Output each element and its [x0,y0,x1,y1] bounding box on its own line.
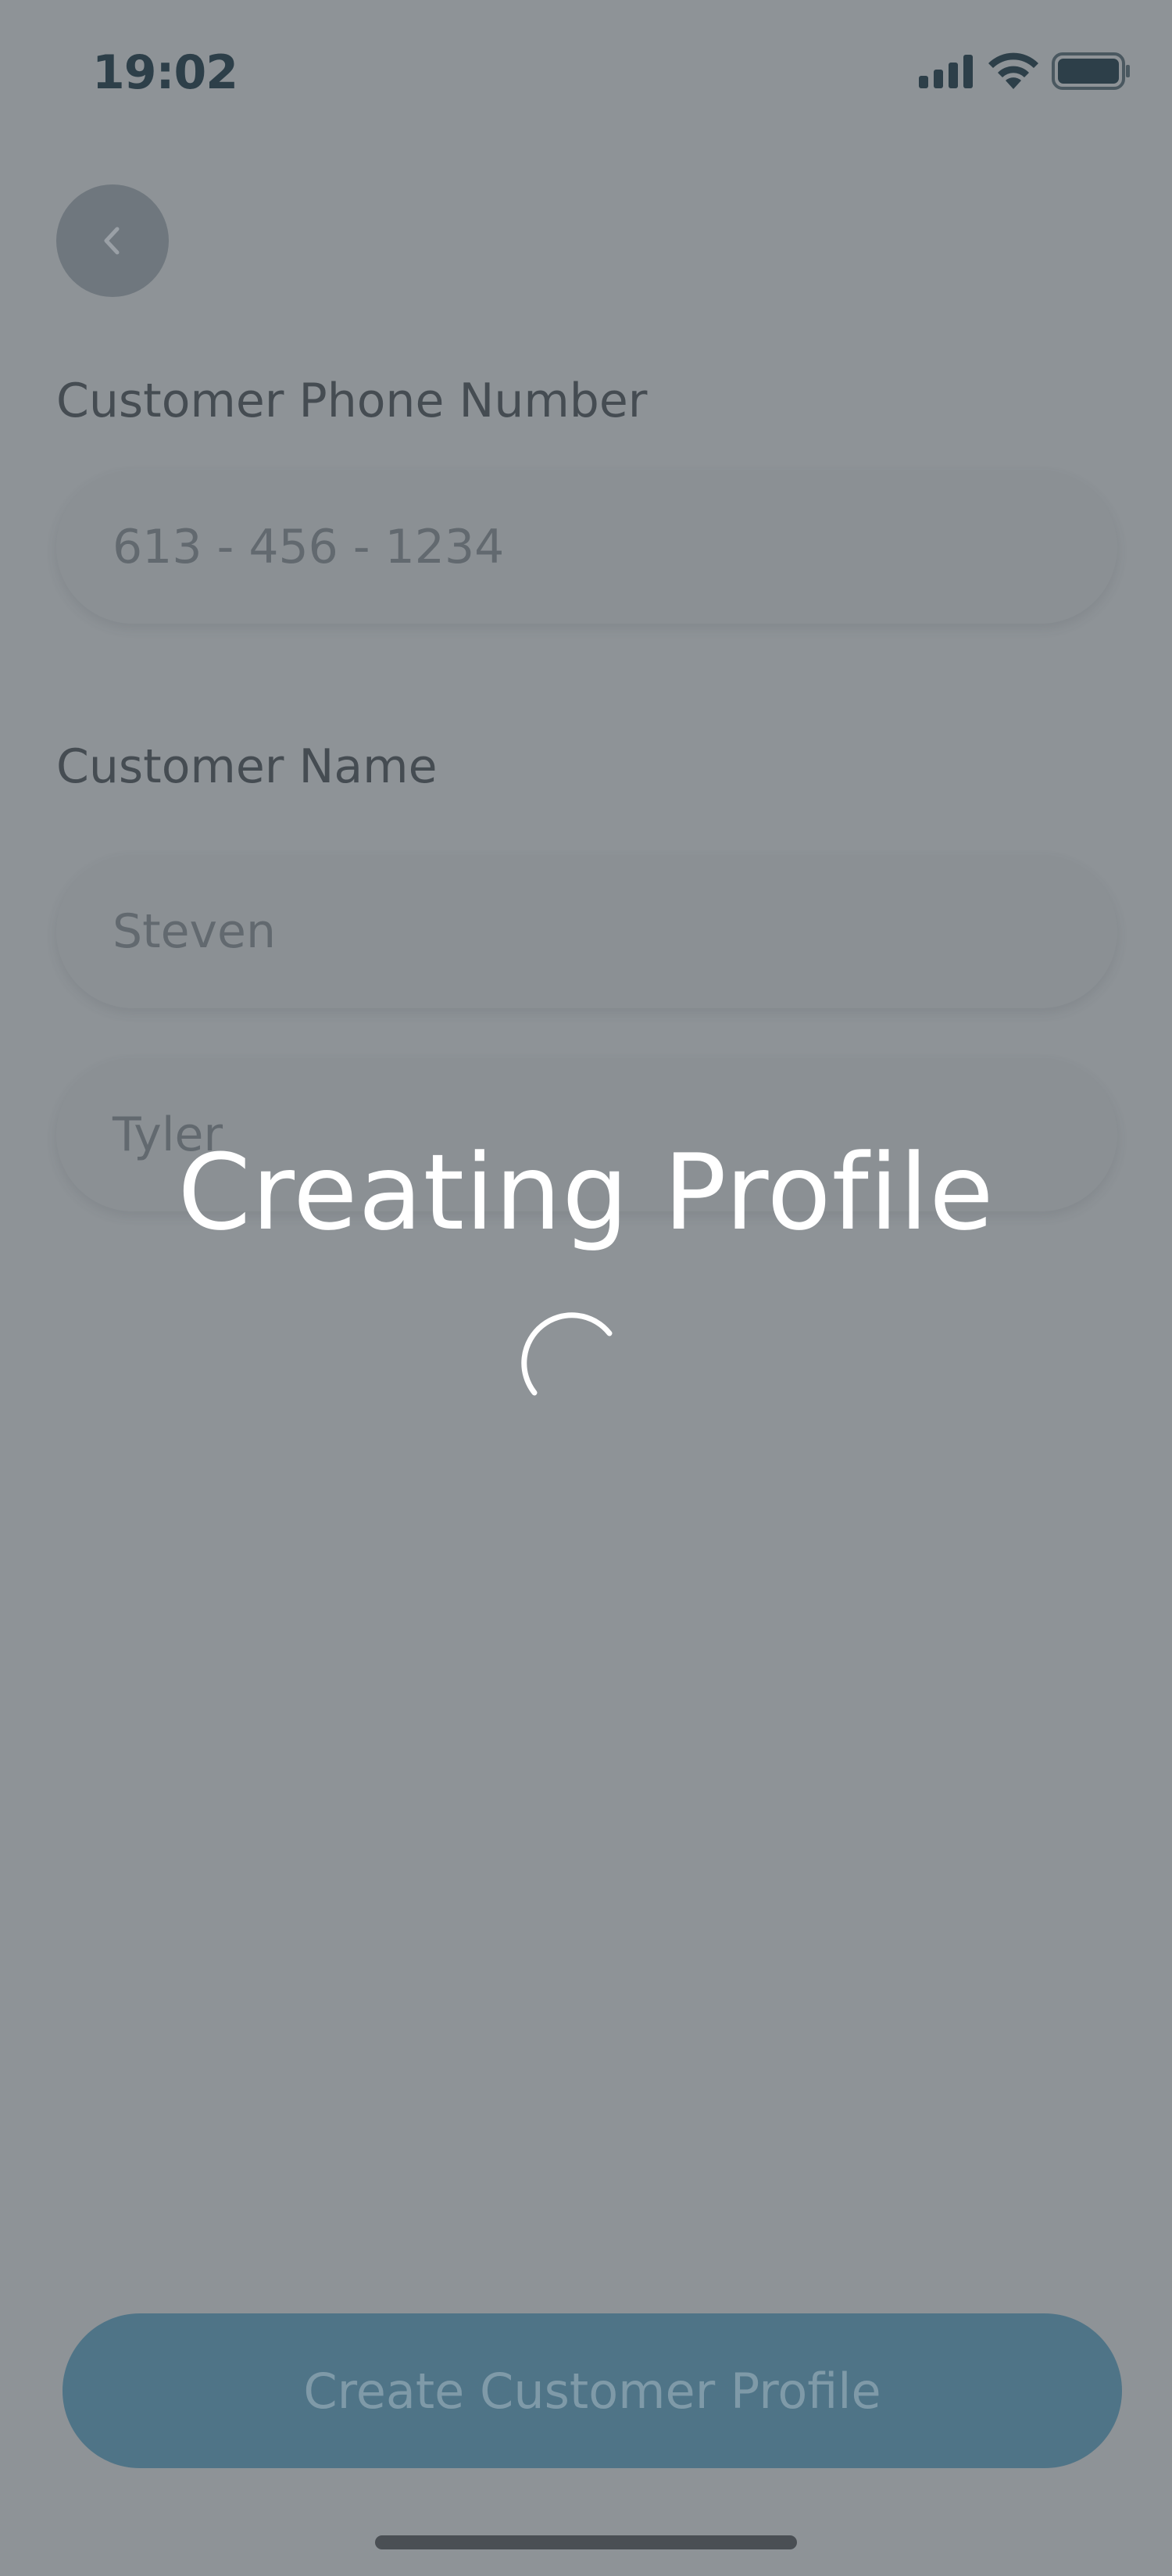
chevron-left-icon [104,227,120,255]
status-icons [919,50,1131,92]
create-customer-screen: 19:02 Customer Phone Number 613 - 456 - … [0,0,1172,2576]
create-customer-profile-label: Create Customer Profile [303,2362,881,2420]
cellular-signal-icon [919,55,973,88]
phone-input[interactable]: 613 - 456 - 1234 [56,470,1117,624]
loading-spinner-icon [521,1312,613,1396]
phone-placeholder: 613 - 456 - 1234 [113,520,505,574]
first-name-placeholder: Steven [113,904,276,959]
home-indicator[interactable] [375,2535,797,2549]
name-label: Customer Name [56,739,438,794]
create-customer-profile-button[interactable]: Create Customer Profile [63,2313,1122,2468]
status-time: 19:02 [92,45,238,100]
first-name-input[interactable]: Steven [56,855,1117,1008]
wifi-icon [988,52,1038,89]
battery-icon [1052,52,1130,90]
phone-label: Customer Phone Number [56,374,648,428]
loading-title: Creating Profile [177,1132,995,1254]
back-button[interactable] [56,184,169,297]
